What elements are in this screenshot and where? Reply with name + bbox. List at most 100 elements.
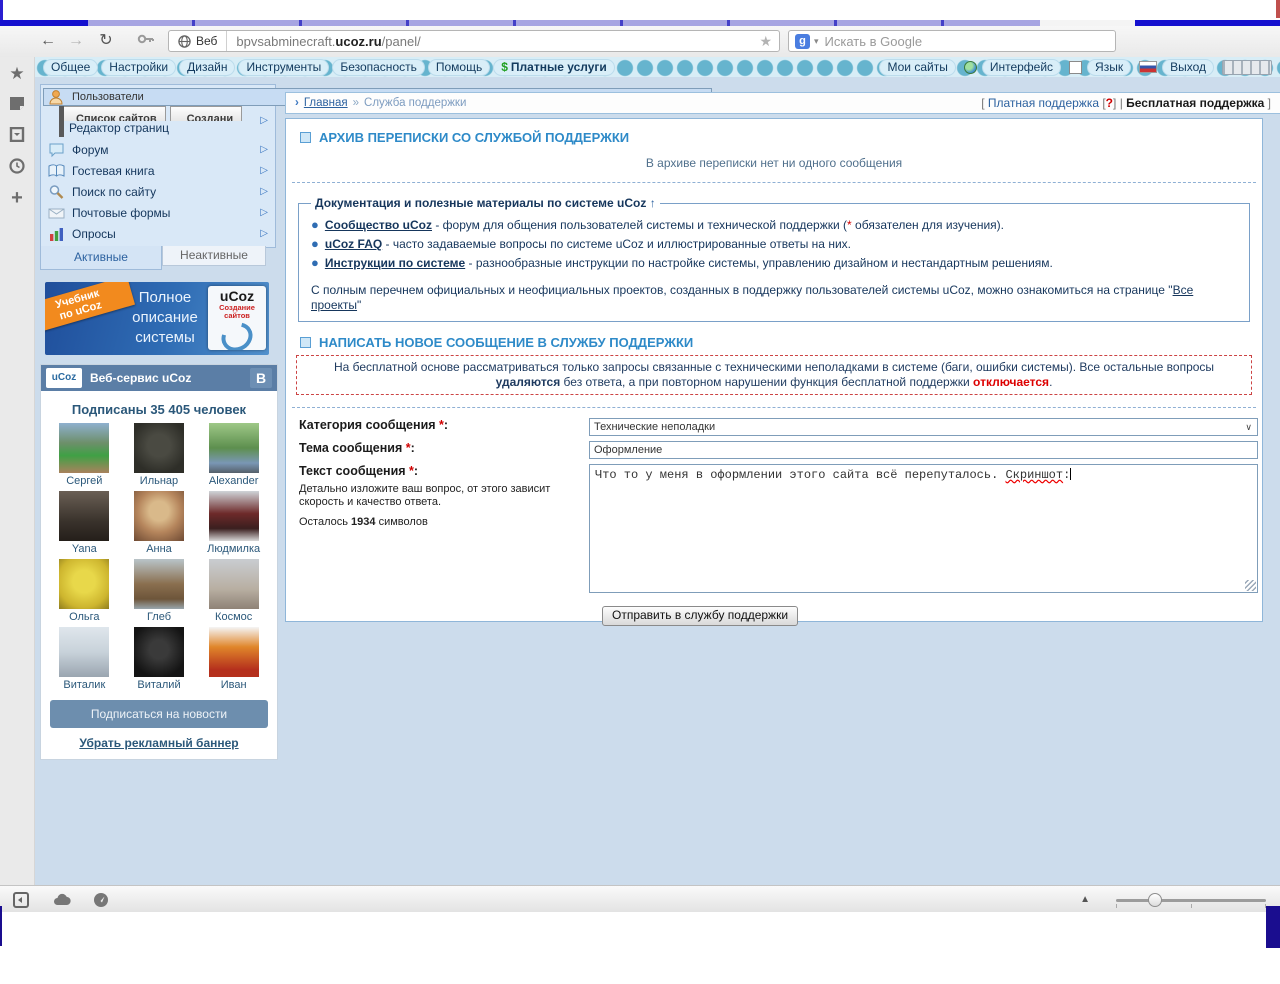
menubar-item[interactable]: Общее bbox=[43, 58, 99, 76]
resize-grip[interactable] bbox=[1245, 580, 1256, 591]
help-question-link[interactable]: ? bbox=[1106, 96, 1113, 110]
back-icon[interactable]: ← bbox=[36, 29, 60, 53]
subject-input[interactable]: Оформление bbox=[589, 441, 1258, 459]
free-support-warning: На бесплатной основе рассматриваться тол… bbox=[296, 355, 1252, 395]
zoom-menu-icon[interactable]: ▲ bbox=[1080, 894, 1090, 905]
avatar[interactable] bbox=[59, 491, 110, 541]
avatar[interactable] bbox=[133, 627, 184, 677]
sidebar-tabs: Активные Неактивные bbox=[40, 246, 278, 270]
guestbook-icon bbox=[48, 163, 65, 177]
support-nav: [ Платная поддержка [?] | Бесплатная под… bbox=[981, 96, 1271, 110]
menubar-item[interactable]: Дизайн bbox=[179, 58, 236, 76]
doc-item: ● uCoz FAQ - часто задаваемые вопросы по … bbox=[311, 236, 851, 251]
message-hint: Детально изложите ваш вопрос, от этого з… bbox=[299, 483, 551, 508]
avatar[interactable] bbox=[208, 423, 259, 473]
tab-inactive-modules[interactable]: Неактивные bbox=[162, 246, 266, 266]
tab-active-modules[interactable]: Активные bbox=[40, 246, 162, 270]
site-identity-badge[interactable]: Веб bbox=[169, 31, 228, 51]
speed-dial-icon[interactable] bbox=[92, 891, 110, 909]
bookmark-star-icon[interactable]: ★ bbox=[759, 33, 779, 50]
avatar[interactable] bbox=[59, 627, 110, 677]
avatar[interactable] bbox=[133, 559, 184, 609]
desktop-area bbox=[0, 912, 1280, 984]
tab-tray-icon[interactable] bbox=[8, 126, 26, 145]
add-panel-icon[interactable]: + bbox=[8, 188, 26, 208]
menubar-item[interactable]: Помощь bbox=[427, 58, 491, 76]
menubar-item-language[interactable]: Язык bbox=[1087, 58, 1132, 76]
breadcrumb-home-link[interactable]: Главная bbox=[304, 97, 348, 109]
avatar[interactable] bbox=[133, 423, 184, 473]
menubar-item[interactable]: Инструменты bbox=[238, 58, 330, 76]
breadcrumb-current: Служба поддержки bbox=[364, 97, 467, 109]
subscriber[interactable]: Ильнар bbox=[122, 423, 197, 487]
avatar[interactable] bbox=[133, 491, 184, 541]
interface-checkbox[interactable] bbox=[1069, 60, 1083, 74]
russian-flag-icon[interactable] bbox=[1139, 61, 1158, 73]
avatar[interactable] bbox=[208, 627, 259, 677]
avatar[interactable] bbox=[59, 423, 110, 473]
subscribe-button[interactable]: Подписаться на новости bbox=[50, 700, 268, 728]
sidebar-item-page-editor[interactable]: Список сайтов Создани Редактор страниц ▷ bbox=[43, 106, 273, 139]
address-bar[interactable]: Веб bpvsabminecraft.ucoz.ru/panel/ ★ bbox=[168, 30, 780, 52]
forward-icon[interactable]: → bbox=[64, 29, 88, 53]
subscriber-name: Космос bbox=[215, 611, 253, 623]
paid-support-link[interactable]: Платная поддержка bbox=[988, 96, 1099, 110]
menubar-item[interactable]: Настройки bbox=[101, 58, 177, 76]
instructions-link[interactable]: Инструкции по системе bbox=[325, 256, 465, 270]
browser-sidebar-rail: ★ + bbox=[0, 57, 35, 886]
menubar-item-interface[interactable]: Интерфейс bbox=[981, 58, 1062, 76]
subscriber[interactable]: Анна bbox=[122, 491, 197, 555]
key-icon[interactable] bbox=[134, 29, 158, 53]
subscriber[interactable]: Виталик bbox=[47, 627, 122, 691]
subscriber[interactable]: Сергей bbox=[47, 423, 122, 487]
zoom-slider-handle[interactable] bbox=[1148, 892, 1162, 907]
panel-toggle-icon[interactable] bbox=[12, 891, 30, 909]
subscriber[interactable]: Yana bbox=[47, 491, 122, 555]
subscriber[interactable]: Космос bbox=[196, 559, 271, 623]
banner-title: Полное описание системы bbox=[132, 289, 198, 346]
sidebar-item-guestbook[interactable]: Гостевая книга ▷ bbox=[43, 160, 273, 181]
menubar-item-paid-services[interactable]: $ Платные услуги bbox=[493, 58, 615, 76]
search-icon bbox=[49, 184, 64, 199]
menubar-item-my-sites[interactable]: Мои сайты bbox=[879, 58, 956, 76]
chevron-down-icon: ∨ bbox=[1245, 422, 1252, 432]
subscriber[interactable]: Alexander bbox=[196, 423, 271, 487]
reload-icon[interactable]: ↻ bbox=[94, 29, 118, 53]
banner-book-cover: uCoz Создание сайтов bbox=[208, 286, 266, 350]
vk-logo-icon[interactable]: В bbox=[250, 368, 272, 388]
menubar-item-logout[interactable]: Выход bbox=[1162, 58, 1214, 76]
sidebar-item-forum[interactable]: Форум ▷ bbox=[43, 139, 273, 160]
subscriber[interactable]: Иван bbox=[196, 627, 271, 691]
sidebar-item-mail-forms[interactable]: Почтовые формы ▷ bbox=[43, 202, 273, 223]
send-to-support-button[interactable]: Отправить в службу поддержки bbox=[602, 606, 799, 626]
faq-link[interactable]: uCoz FAQ bbox=[325, 237, 382, 251]
search-engine-caret-icon[interactable]: ▾ bbox=[814, 36, 819, 47]
community-link[interactable]: Сообщество uCoz bbox=[325, 218, 432, 232]
avatar[interactable] bbox=[208, 559, 259, 609]
sidebar-item-polls[interactable]: Опросы ▷ bbox=[43, 223, 273, 244]
history-clock-icon[interactable] bbox=[8, 158, 26, 176]
avatar[interactable] bbox=[59, 559, 110, 609]
zoom-slider-track[interactable] bbox=[1116, 898, 1266, 902]
subscriber-name: Сергей bbox=[66, 475, 103, 487]
subscriber[interactable]: Ольга bbox=[47, 559, 122, 623]
menubar-scroll-widget[interactable] bbox=[1222, 59, 1272, 75]
notes-icon[interactable] bbox=[8, 96, 26, 114]
cloud-sync-icon[interactable] bbox=[52, 891, 71, 909]
subscriber[interactable]: Глеб bbox=[122, 559, 197, 623]
browser-toolbar: ← → ↻ Веб bpvsabminecraft.ucoz.ru/panel/… bbox=[0, 26, 1280, 58]
search-input[interactable]: g ▾ Искать в Google bbox=[788, 30, 1116, 52]
collapse-up-icon[interactable]: ↑ bbox=[650, 196, 656, 210]
sidebar-item-site-search[interactable]: Поиск по сайту ▷ bbox=[43, 181, 273, 202]
message-textarea[interactable]: Что то у меня в оформлении этого сайта в… bbox=[589, 464, 1258, 593]
remove-banner-link[interactable]: Убрать рекламный баннер bbox=[41, 728, 277, 759]
docs-fieldset: Документация и полезные материалы по сис… bbox=[298, 196, 1250, 322]
zoom-slider[interactable] bbox=[1116, 892, 1266, 908]
category-select[interactable]: Технические неполадки ∨ bbox=[589, 418, 1258, 436]
promo-banner[interactable]: Учебник по uCoz Полное описание системы uCo… bbox=[45, 282, 269, 355]
subscriber[interactable]: Виталий bbox=[122, 627, 197, 691]
avatar[interactable] bbox=[208, 491, 259, 541]
subscriber[interactable]: Людмилка bbox=[196, 491, 271, 555]
bookmarks-star-icon[interactable]: ★ bbox=[8, 65, 26, 83]
menubar-item[interactable]: Безопасность bbox=[332, 58, 425, 76]
